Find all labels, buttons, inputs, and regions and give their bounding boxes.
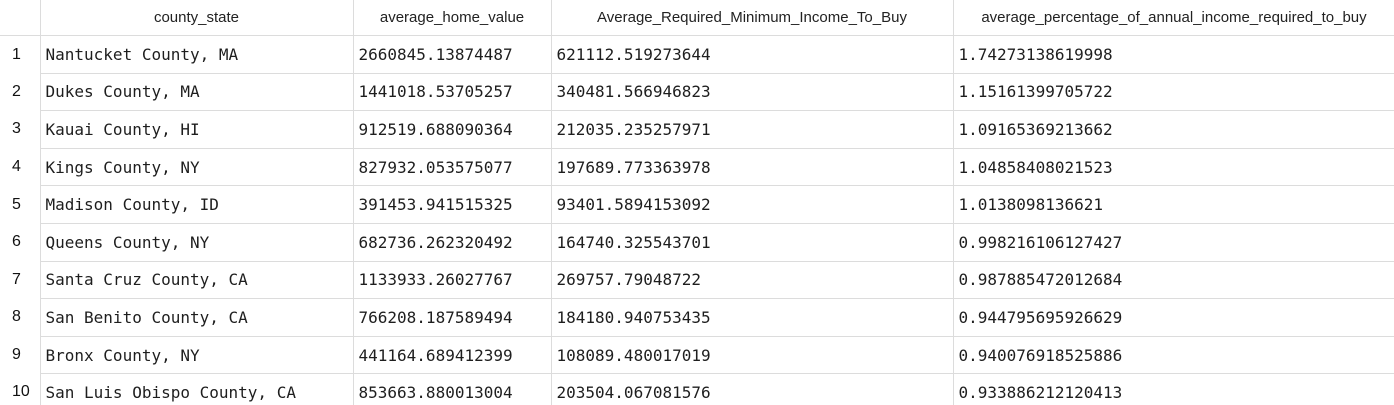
cell-min-income[interactable]: 93401.5894153092 <box>551 185 954 224</box>
table-row[interactable]: 4 Kings County, NY 827932.053575077 1976… <box>0 148 1394 187</box>
cell-min-income[interactable]: 164740.325543701 <box>551 223 954 262</box>
cell-pct-income[interactable]: 0.933886212120413 <box>953 373 1394 405</box>
table-row[interactable]: 9 Bronx County, NY 441164.689412399 1080… <box>0 336 1394 375</box>
cell-pct-income[interactable]: 0.987885472012684 <box>953 261 1394 300</box>
header-row: county_state average_home_value Average_… <box>0 0 1394 36</box>
row-index: 7 <box>0 261 41 299</box>
cell-average-home-value[interactable]: 912519.688090364 <box>353 110 552 149</box>
row-index-header <box>0 0 41 36</box>
cell-county-state[interactable]: Kings County, NY <box>40 148 354 187</box>
cell-county-state[interactable]: Madison County, ID <box>40 185 354 224</box>
table-row[interactable]: 6 Queens County, NY 682736.262320492 164… <box>0 223 1394 262</box>
cell-pct-income[interactable]: 0.944795695926629 <box>953 298 1394 337</box>
row-index: 4 <box>0 148 41 186</box>
results-grid: county_state average_home_value Average_… <box>0 0 1394 405</box>
cell-county-state[interactable]: Kauai County, HI <box>40 110 354 149</box>
results-table: county_state average_home_value Average_… <box>0 0 1394 405</box>
table-row[interactable]: 7 Santa Cruz County, CA 1133933.26027767… <box>0 261 1394 300</box>
row-index: 3 <box>0 110 41 149</box>
cell-average-home-value[interactable]: 391453.941515325 <box>353 185 552 224</box>
table-row[interactable]: 3 Kauai County, HI 912519.688090364 2120… <box>0 110 1394 149</box>
cell-county-state[interactable]: Dukes County, MA <box>40 73 354 112</box>
cell-average-home-value[interactable]: 441164.689412399 <box>353 336 552 375</box>
table-row[interactable]: 5 Madison County, ID 391453.941515325 93… <box>0 185 1394 224</box>
cell-pct-income[interactable]: 0.940076918525886 <box>953 336 1394 375</box>
column-header-average-home-value[interactable]: average_home_value <box>353 0 552 36</box>
table-row[interactable]: 8 San Benito County, CA 766208.187589494… <box>0 298 1394 337</box>
cell-average-home-value[interactable]: 827932.053575077 <box>353 148 552 187</box>
cell-average-home-value[interactable]: 766208.187589494 <box>353 298 552 337</box>
cell-county-state[interactable]: Queens County, NY <box>40 223 354 262</box>
cell-pct-income[interactable]: 1.09165369213662 <box>953 110 1394 149</box>
row-index: 9 <box>0 336 41 374</box>
cell-pct-income[interactable]: 1.0138098136621 <box>953 185 1394 224</box>
cell-county-state[interactable]: Bronx County, NY <box>40 336 354 375</box>
cell-min-income[interactable]: 203504.067081576 <box>551 373 954 405</box>
row-index: 6 <box>0 223 41 262</box>
row-index: 8 <box>0 298 41 337</box>
cell-pct-income[interactable]: 1.15161399705722 <box>953 73 1394 112</box>
cell-county-state[interactable]: Santa Cruz County, CA <box>40 261 354 300</box>
cell-average-home-value[interactable]: 1441018.53705257 <box>353 73 552 112</box>
cell-min-income[interactable]: 197689.773363978 <box>551 148 954 187</box>
cell-county-state[interactable]: Nantucket County, MA <box>40 35 354 74</box>
cell-pct-income[interactable]: 1.04858408021523 <box>953 148 1394 187</box>
cell-average-home-value[interactable]: 2660845.13874487 <box>353 35 552 74</box>
cell-min-income[interactable]: 269757.79048722 <box>551 261 954 300</box>
column-header-pct-income[interactable]: average_percentage_of_annual_income_requ… <box>953 0 1394 36</box>
row-index: 5 <box>0 185 41 224</box>
cell-min-income[interactable]: 108089.480017019 <box>551 336 954 375</box>
table-row[interactable]: 2 Dukes County, MA 1441018.53705257 3404… <box>0 73 1394 112</box>
cell-pct-income[interactable]: 0.998216106127427 <box>953 223 1394 262</box>
cell-average-home-value[interactable]: 682736.262320492 <box>353 223 552 262</box>
cell-min-income[interactable]: 621112.519273644 <box>551 35 954 74</box>
cell-county-state[interactable]: San Benito County, CA <box>40 298 354 337</box>
table-row[interactable]: 10 San Luis Obispo County, CA 853663.880… <box>0 373 1394 405</box>
cell-pct-income[interactable]: 1.74273138619998 <box>953 35 1394 74</box>
table-row[interactable]: 1 Nantucket County, MA 2660845.13874487 … <box>0 35 1394 74</box>
column-header-county-state[interactable]: county_state <box>40 0 354 36</box>
cell-min-income[interactable]: 340481.566946823 <box>551 73 954 112</box>
cell-min-income[interactable]: 212035.235257971 <box>551 110 954 149</box>
cell-average-home-value[interactable]: 1133933.26027767 <box>353 261 552 300</box>
cell-county-state[interactable]: San Luis Obispo County, CA <box>40 373 354 405</box>
cell-average-home-value[interactable]: 853663.880013004 <box>353 373 552 405</box>
row-index: 2 <box>0 73 41 111</box>
row-index: 10 <box>0 373 41 405</box>
cell-min-income[interactable]: 184180.940753435 <box>551 298 954 337</box>
row-index: 1 <box>0 35 41 74</box>
column-header-min-income[interactable]: Average_Required_Minimum_Income_To_Buy <box>551 0 954 36</box>
